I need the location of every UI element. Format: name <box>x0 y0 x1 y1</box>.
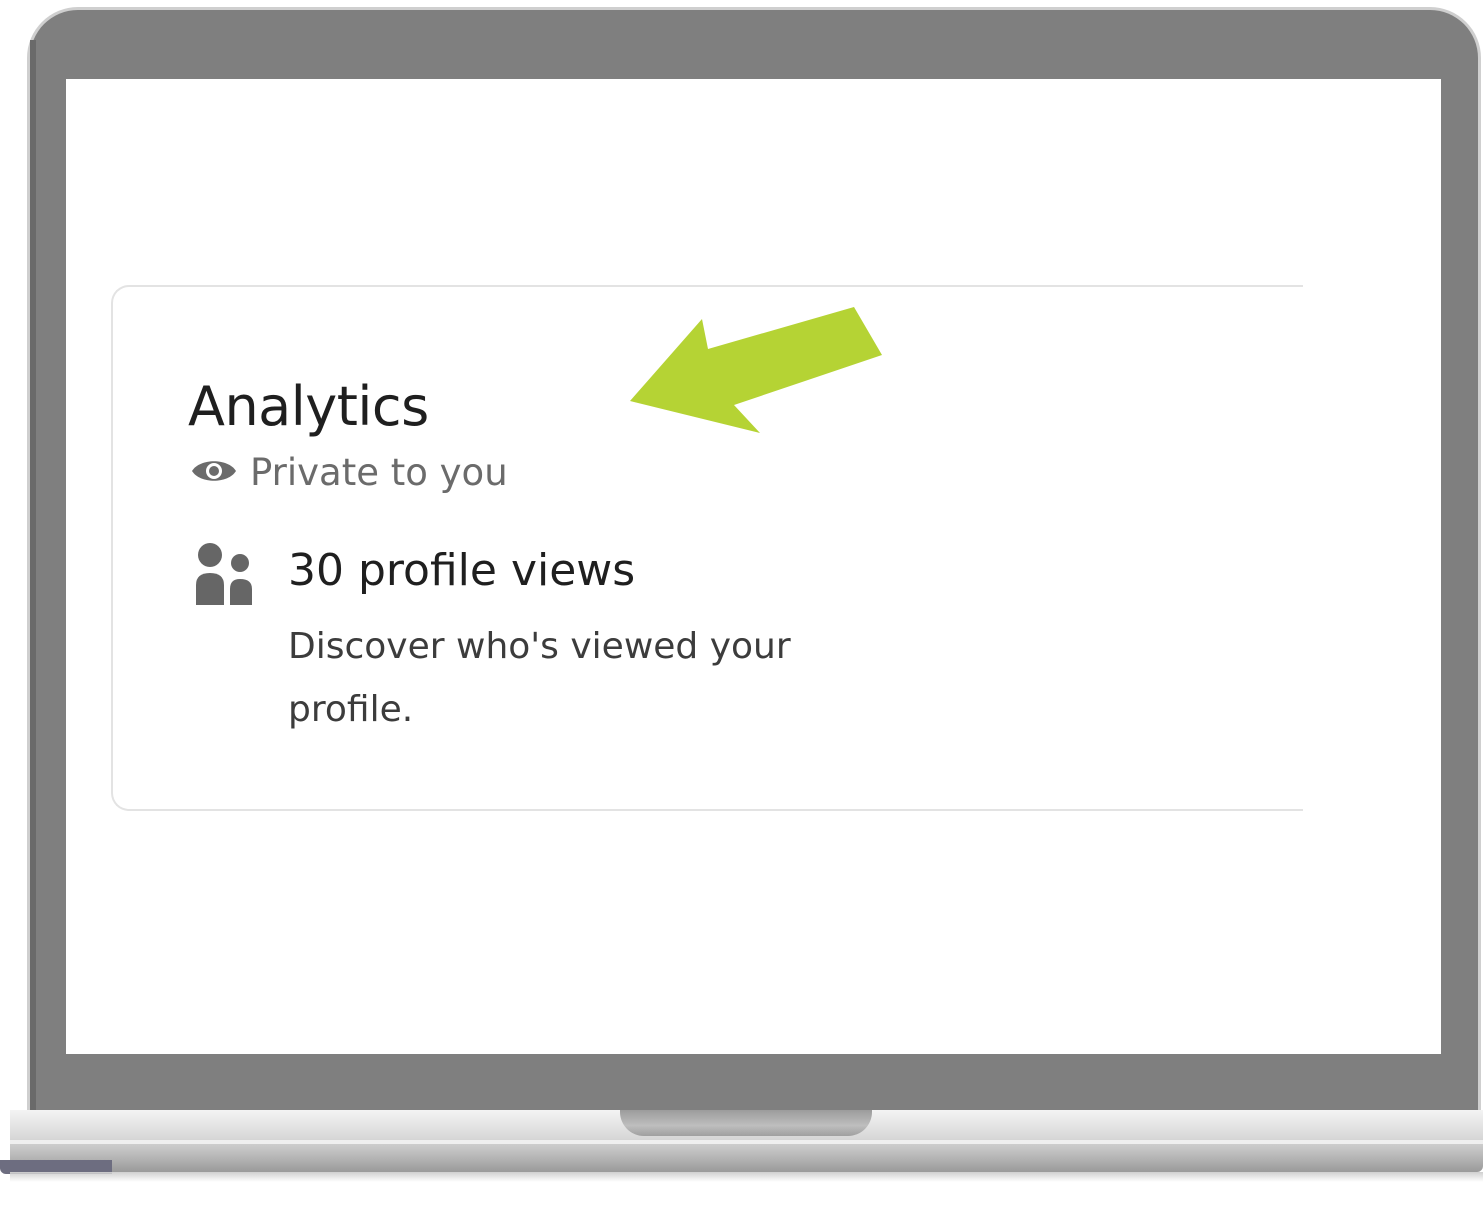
laptop-shadow <box>10 1172 1483 1182</box>
laptop-base-highlight <box>10 1140 1483 1144</box>
analytics-title: Analytics <box>188 375 429 438</box>
laptop-screen: Analytics Private to you 30 profile view… <box>66 79 1441 1054</box>
laptop-mockup: Analytics Private to you 30 profile view… <box>0 0 1483 1228</box>
people-icon <box>196 541 256 609</box>
laptop-notch <box>620 1110 872 1136</box>
eye-icon <box>190 456 238 490</box>
profile-views-description: Discover who's viewed your profile. <box>288 626 791 730</box>
profile-views-count[interactable]: 30 profile views <box>288 545 635 596</box>
visibility-label: Private to you <box>250 451 508 494</box>
card-crop-mask <box>1303 279 1441 819</box>
arrow-icon <box>626 301 891 445</box>
visibility-row: Private to you <box>190 451 508 494</box>
laptop-lid-edge <box>30 40 36 1120</box>
